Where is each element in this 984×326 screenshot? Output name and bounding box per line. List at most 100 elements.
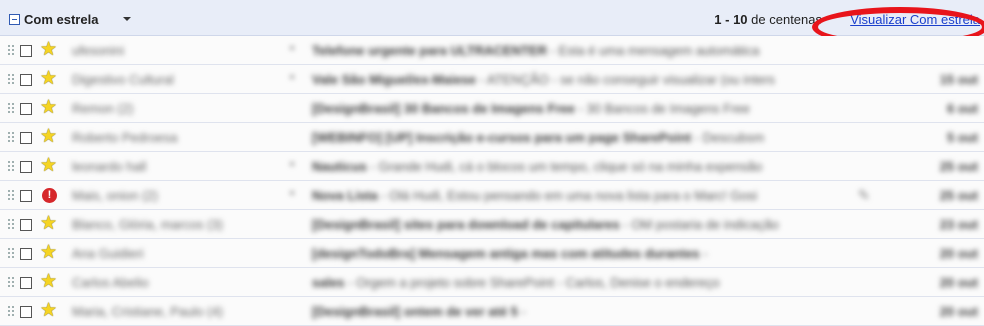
row-checkbox[interactable] [20, 74, 32, 86]
message-row[interactable]: ★ Roberto Pedroesa [WEBINFO] [UP] Inscriçã… [0, 123, 984, 152]
subject-text: [WEBINFO] [UP] Inscrição e-cursos para u… [312, 130, 692, 145]
message-row[interactable]: ★ ufesonini • Telefone urgente para ULTRACE… [0, 36, 984, 65]
message-row[interactable]: ★ Ana Guidieri [designTodoBra] Mensagem an… [0, 239, 984, 268]
snippet-text: - 30 Bancos de Imagens Free [574, 101, 750, 116]
snippet-text: - OM postaria de indicação [619, 217, 779, 232]
subject-line: [DesignBrasil] 30 Bancos de Imagens Free… [312, 101, 847, 116]
message-row[interactable]: ★ Remon (2) [DesignBrasil] 30 Bancos de Im… [0, 94, 984, 123]
subject-text: Nauticus [312, 159, 367, 174]
star-icon[interactable]: ★ [40, 214, 57, 234]
snippet-text: - Grande Hudi, cá o blocos um tempo, cli… [366, 159, 763, 174]
subject-text: Telefone urgente para ULTRACENTER [312, 43, 547, 58]
message-date: 20 out [939, 246, 978, 261]
subject-line: Nova Lista - Olá Hudi, Estou pensando em… [312, 188, 847, 203]
subject-line: [DesignBrasil] sites para download de ca… [312, 217, 847, 232]
unread-bullet: • [290, 41, 295, 55]
sender-name: Mais, onion (2) [72, 188, 158, 203]
sender-name: Blanco, Glória, marcos (3) [72, 217, 223, 232]
message-date: 5 out [946, 130, 978, 145]
subject-line: [WEBINFO] [UP] Inscrição e-cursos para u… [312, 130, 847, 145]
subject-line: Nauticus - Grande Hudi, cá o blocos um t… [312, 159, 847, 174]
subject-line: [DesignBrasil] ontem de ver até 5 - [312, 304, 847, 319]
subject-text: [designTodoBra] Mensagem antiga mas com … [312, 246, 700, 261]
star-icon[interactable]: ★ [40, 243, 57, 263]
subject-text: sales [312, 275, 345, 290]
collapse-section-toggle[interactable] [9, 14, 20, 25]
pagination-info: 1 - 10 de centenas [714, 12, 822, 27]
snippet-text: - Olá Hudi, Estou pensando em uma nova l… [377, 188, 758, 203]
star-icon[interactable]: ★ [40, 301, 57, 321]
drag-handle-icon[interactable] [7, 276, 15, 289]
drag-handle-icon[interactable] [7, 189, 15, 202]
star-icon[interactable]: ★ [40, 98, 57, 118]
sender-name: Ana Guidieri [72, 246, 144, 261]
unread-bullet: • [290, 70, 295, 84]
row-checkbox[interactable] [20, 161, 32, 173]
snippet-text: - Orgem a projeto sobre SharePoint - Car… [344, 275, 720, 290]
message-row[interactable]: ! Mais, onion (2) • Nova Lista - Olá Hudi, … [0, 181, 984, 210]
subject-text: [DesignBrasil] ontem de ver até 5 [312, 304, 518, 319]
subject-text: [DesignBrasil] sites para download de ca… [312, 217, 620, 232]
subject-text: [DesignBrasil] 30 Bancos de Imagens Free [312, 101, 575, 116]
snippet-text: - Descubsm [691, 130, 765, 145]
message-row[interactable]: ★ Digestivo Cultural • Vale São Miguel/ex-M… [0, 65, 984, 94]
message-date: 23 out [939, 217, 978, 232]
star-icon[interactable]: ★ [40, 127, 57, 147]
drag-handle-icon[interactable] [7, 160, 15, 173]
drag-handle-icon[interactable] [7, 73, 15, 86]
message-row[interactable]: ★ Carlos Abelio sales - Orgem a projeto so… [0, 268, 984, 297]
snippet-text: - ATENÇÃO - se não conseguir visualizar … [476, 72, 775, 87]
row-checkbox[interactable] [20, 277, 32, 289]
message-list: ★ ufesonini • Telefone urgente para ULTRACE… [0, 36, 984, 326]
sender-name: ufesonini [72, 43, 125, 58]
unread-bullet: • [290, 186, 295, 200]
sender-name: Roberto Pedroesa [72, 130, 178, 145]
drag-handle-icon[interactable] [7, 305, 15, 318]
section-title[interactable]: Com estrela [24, 12, 98, 27]
sender-name: Carlos Abelio [72, 275, 149, 290]
message-date: 15 out [939, 72, 978, 87]
chevron-down-icon[interactable] [123, 17, 131, 21]
drag-handle-icon[interactable] [7, 102, 15, 115]
drag-handle-icon[interactable] [7, 247, 15, 260]
message-row[interactable]: ★ leonardo hall • Nauticus - Grande Hudi, c… [0, 152, 984, 181]
row-checkbox[interactable] [20, 45, 32, 57]
subject-line: Vale São Miguel/ex-Maiese - ATENÇÃO - se… [312, 72, 847, 87]
row-checkbox[interactable] [20, 190, 32, 202]
subject-text: Vale São Miguel/ex-Maiese [312, 72, 477, 87]
message-row[interactable]: ★ Blanco, Glória, marcos (3) [DesignBrasil… [0, 210, 984, 239]
pager-range: 1 - 10 [714, 12, 748, 27]
important-icon[interactable]: ! [42, 188, 57, 203]
message-date: 25 out [939, 159, 978, 174]
message-date: 25 out [939, 188, 978, 203]
sender-name: Digestivo Cultural [72, 72, 174, 87]
snippet-text: - Esta é uma mensagem automática [546, 43, 760, 58]
subject-text: Nova Lista [312, 188, 378, 203]
snippet-text: - [517, 304, 526, 319]
message-date: 20 out [939, 275, 978, 290]
sender-name: Maria, Cristiane, Paulo (4) [72, 304, 223, 319]
drag-handle-icon[interactable] [7, 218, 15, 231]
unread-bullet: • [290, 157, 295, 171]
attachment-clip-icon: ✎ [858, 187, 870, 203]
message-date: 6 out [946, 101, 978, 116]
subject-line: [designTodoBra] Mensagem antiga mas com … [312, 246, 847, 261]
row-checkbox[interactable] [20, 132, 32, 144]
message-row[interactable]: ★ Maria, Cristiane, Paulo (4) [DesignBrasi… [0, 297, 984, 326]
star-icon[interactable]: ★ [40, 69, 57, 89]
drag-handle-icon[interactable] [7, 44, 15, 57]
row-checkbox[interactable] [20, 248, 32, 260]
pager-suffix: de centenas [747, 12, 822, 27]
subject-line: sales - Orgem a projeto sobre SharePoint… [312, 275, 847, 290]
sender-name: leonardo hall [72, 159, 147, 174]
star-icon[interactable]: ★ [40, 272, 57, 292]
star-icon[interactable]: ★ [40, 40, 57, 60]
row-checkbox[interactable] [20, 219, 32, 231]
snippet-text: - [699, 246, 708, 261]
sender-name: Remon (2) [72, 101, 134, 116]
drag-handle-icon[interactable] [7, 131, 15, 144]
row-checkbox[interactable] [20, 103, 32, 115]
star-icon[interactable]: ★ [40, 156, 57, 176]
message-date: 20 out [939, 304, 978, 319]
subject-line: Telefone urgente para ULTRACENTER - Esta… [312, 43, 847, 58]
